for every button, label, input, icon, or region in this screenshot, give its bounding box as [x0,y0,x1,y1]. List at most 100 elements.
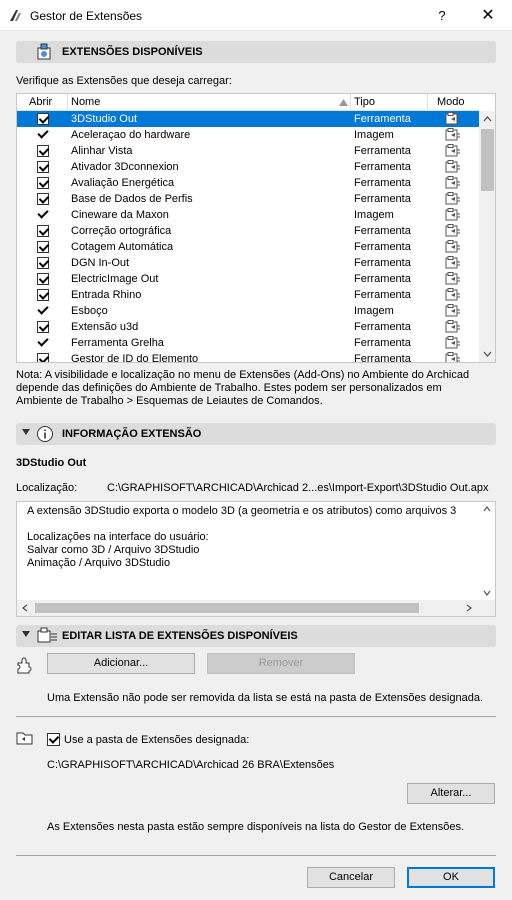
collapse-caret-icon[interactable] [22,631,30,637]
list-item[interactable]: Entrada Rhino Ferramenta [17,287,479,303]
mode-icon [445,240,461,253]
extension-name: Correção ortográfica [71,225,172,237]
edit-list-header[interactable]: EDITAR LISTA DE EXTENSÕES DISPONÍVEIS [16,625,496,647]
list-item[interactable]: Ativador 3Dconnexion Ferramenta [17,159,479,175]
mode-icon [445,320,461,333]
list-item[interactable]: Cineware da Maxon Imagem [17,207,479,223]
open-checkbox[interactable] [37,193,49,205]
loaded-checkmark-icon[interactable] [37,208,49,220]
extension-name: Alinhar Vista [71,145,133,157]
add-button[interactable]: Adicionar... [47,653,195,674]
extension-name: Entrada Rhino [71,289,142,301]
open-checkbox[interactable] [37,353,49,362]
scroll-left-icon[interactable] [22,604,28,612]
mode-icon [445,304,461,317]
column-open[interactable]: Abrir [29,96,52,108]
extensions-icon [37,43,51,60]
column-separator [67,94,68,111]
scroll-down-icon[interactable] [483,351,492,357]
ok-button[interactable]: OK [407,867,495,888]
list-item[interactable]: Cotagem Automática Ferramenta [17,239,479,255]
mode-icon [445,208,461,221]
extension-name: 3DStudio Out [16,457,87,469]
horizontal-scrollbar[interactable] [17,600,495,616]
mode-icon [445,160,461,173]
list-item[interactable]: ElectricImage Out Ferramenta [17,271,479,287]
loaded-checkmark-icon[interactable] [37,128,49,140]
visibility-note-line-2: depende das definições do Ambiente de Tr… [16,382,442,394]
extension-info-header[interactable]: INFORMAÇÃO EXTENSÃO [16,423,496,445]
list-item[interactable]: 3DStudio Out Ferramenta [17,111,479,127]
description-line: Salvar como 3D / Arquivo 3DStudio [27,544,200,556]
extension-name: Esboço [71,305,108,317]
list-item[interactable]: Alinhar Vista Ferramenta [17,143,479,159]
scrollbar-thumb[interactable] [35,603,419,613]
change-folder-button[interactable]: Alterar... [407,783,495,804]
extension-name: Ferramenta Grelha [71,337,164,349]
column-mode[interactable]: Modo [437,96,465,108]
extension-type: Ferramenta [354,225,411,237]
column-type[interactable]: Tipo [354,96,375,108]
scroll-up-icon[interactable] [483,506,491,512]
extension-type: Ferramenta [354,145,411,157]
scroll-right-icon[interactable] [466,604,472,612]
loaded-checkmark-icon[interactable] [37,304,49,316]
extensions-list[interactable]: Abrir Nome Tipo Modo 3DStudio Out Ferrame… [16,93,496,363]
list-header: Abrir Nome Tipo Modo [17,94,479,111]
list-item[interactable]: Ferramenta Grelha Ferramenta [17,335,479,351]
collapse-caret-icon[interactable] [22,429,30,435]
list-item[interactable]: Base de Dados de Perfis Ferramenta [17,191,479,207]
list-item[interactable]: Avaliação Energética Ferramenta [17,175,479,191]
open-checkbox[interactable] [37,289,49,301]
cancel-button[interactable]: Cancelar [307,867,395,888]
open-checkbox[interactable] [37,161,49,173]
loaded-checkmark-icon[interactable] [37,336,49,348]
extension-name: 3DStudio Out [71,113,138,125]
open-checkbox[interactable] [37,113,49,125]
open-checkbox[interactable] [37,145,49,157]
section-title: INFORMAÇÃO EXTENSÃO [62,428,202,440]
folder-note: As Extensões nesta pasta estão sempre di… [47,821,465,833]
extension-description-box[interactable]: A extensão 3DStudio exporta o modelo 3D … [16,501,496,617]
folder-icon [16,732,33,745]
visibility-note-line-1: Nota: A visibilidade e localização no me… [16,369,470,381]
remove-button[interactable]: Remover [207,653,355,674]
open-checkbox[interactable] [37,225,49,237]
title-bar: Gestor de Extensões ? ✕ [0,0,512,31]
open-checkbox[interactable] [37,273,49,285]
close-button[interactable]: ✕ [474,6,502,26]
mode-icon [445,352,461,362]
section-title: EXTENSÕES DISPONÍVEIS [62,46,203,58]
list-item[interactable]: Correção ortográfica Ferramenta [17,223,479,239]
extension-name: Gestor de ID do Elemento [71,353,199,363]
mode-icon [445,272,461,285]
open-checkbox[interactable] [37,321,49,333]
extension-type: Ferramenta [354,113,411,125]
location-label: Localização: [16,482,78,494]
open-checkbox[interactable] [37,177,49,189]
scroll-up-icon[interactable] [483,116,492,122]
divider [16,855,496,856]
extension-name: DGN In-Out [71,257,130,269]
vertical-scrollbar[interactable] [479,111,495,362]
list-item[interactable]: Aceleraçao do hardware Imagem [17,127,479,143]
extension-type: Ferramenta [354,161,411,173]
open-checkbox[interactable] [37,241,49,253]
archicad-logo-icon [10,10,21,21]
help-button[interactable]: ? [430,6,454,26]
scroll-down-icon[interactable] [483,590,491,596]
available-extensions-header: EXTENSÕES DISPONÍVEIS [16,41,496,63]
description-line: Localizações na interface do usuário: [27,531,209,543]
list-item[interactable]: DGN In-Out Ferramenta [17,255,479,271]
list-item[interactable]: Gestor de ID do Elemento Ferramenta [17,351,479,363]
column-name[interactable]: Nome [71,96,100,108]
use-designated-folder-checkbox[interactable] [47,733,60,746]
scrollbar-thumb[interactable] [481,129,494,191]
mode-icon [445,224,461,237]
mode-icon [445,176,461,189]
list-item[interactable]: Esboço Imagem [17,303,479,319]
list-item[interactable]: Extensão u3d Ferramenta [17,319,479,335]
open-checkbox[interactable] [37,257,49,269]
use-designated-folder-label[interactable]: Use a pasta de Extensões designada: [64,734,249,746]
instruction-text: Verifique as Extensões que deseja carreg… [16,75,232,87]
